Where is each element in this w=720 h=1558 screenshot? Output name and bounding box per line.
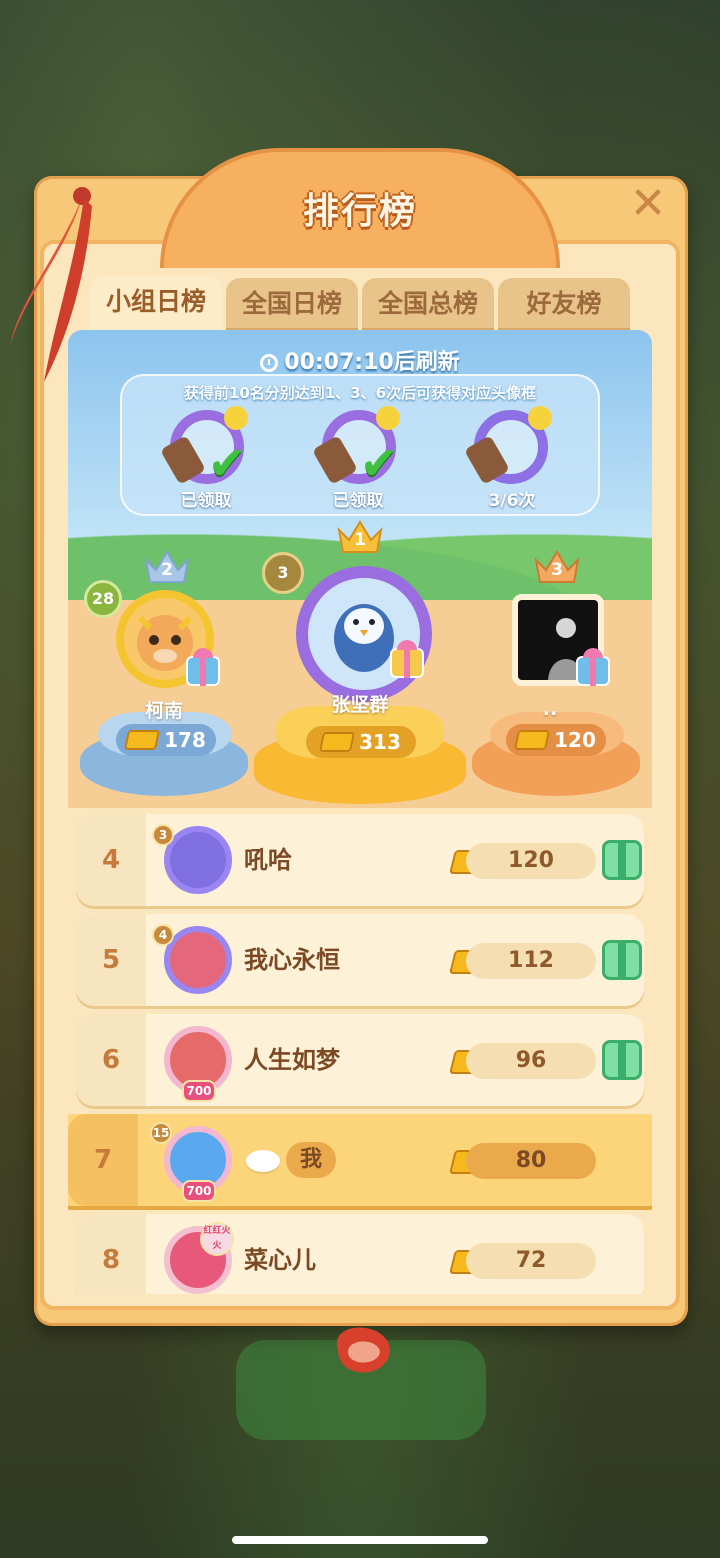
- reward-label-3: 3/6次: [488, 491, 536, 511]
- clock-icon: [260, 354, 279, 372]
- gift-icon[interactable]: [186, 648, 220, 686]
- timer-suffix: 后刷新: [393, 350, 460, 375]
- podium-2-score: 178: [116, 724, 216, 756]
- reward-label-2: 已领取: [332, 491, 384, 511]
- rank-number: 7: [68, 1114, 138, 1206]
- tab-friends[interactable]: 好友榜: [498, 278, 630, 330]
- rank-number: 5: [76, 914, 146, 1006]
- player-name: 我: [286, 1142, 336, 1178]
- avatar[interactable]: [164, 826, 232, 894]
- timer-countdown: 00:07:10: [284, 350, 394, 375]
- crown-1: 1: [337, 520, 383, 554]
- player-score: 112: [466, 943, 596, 979]
- frame-badge: 700: [182, 1180, 216, 1202]
- crown-3: 3: [534, 550, 580, 584]
- sun-icon: [528, 406, 552, 430]
- rank-number: 4: [76, 814, 146, 906]
- gift-icon[interactable]: [390, 640, 424, 678]
- gift-icon[interactable]: [602, 1040, 642, 1080]
- rank-number: 6: [76, 1014, 146, 1106]
- gold-icon: [123, 730, 161, 750]
- gold-icon: [318, 732, 356, 752]
- rank-list[interactable]: 4 3 吼哈 120 5 4 我心永恒 112 6 700 人生如梦 96 7 …: [68, 808, 652, 1294]
- frame-badge: 700: [182, 1080, 216, 1102]
- podium-1-score: 313: [306, 726, 416, 758]
- check-icon: ✔: [208, 436, 247, 490]
- list-item[interactable]: 6 700 人生如梦 96: [76, 1014, 644, 1106]
- gift-icon[interactable]: [602, 840, 642, 880]
- level-badge: 3: [152, 824, 174, 846]
- frame-badge: 红红火火: [200, 1222, 234, 1256]
- crown-2: 2: [144, 550, 190, 584]
- rank-1-number: 1: [354, 530, 366, 550]
- sun-icon: [224, 406, 248, 430]
- avatar[interactable]: [164, 926, 232, 994]
- check-icon: ✔: [360, 436, 399, 490]
- bunny-icon: [246, 1150, 280, 1172]
- level-badge: 15: [150, 1122, 172, 1144]
- player-score: 80: [466, 1143, 596, 1179]
- reward-note: 获得前10名分别达到1、3、6次后可获得对应头像框: [183, 384, 537, 402]
- list-item[interactable]: 5 4 我心永恒 112: [76, 914, 644, 1006]
- level-badge: 4: [152, 924, 174, 946]
- level-badge-2: 28: [84, 580, 122, 618]
- podium-2-score-value: 178: [164, 728, 206, 752]
- player-score: 72: [466, 1243, 596, 1279]
- player-score: 120: [466, 843, 596, 879]
- list-item-me[interactable]: 7 15 700 我 80: [68, 1114, 652, 1206]
- gold-icon: [513, 730, 551, 750]
- player-name: 吼哈: [244, 846, 292, 874]
- list-item[interactable]: 4 3 吼哈 120: [76, 814, 644, 906]
- list-item[interactable]: 8 红红火火 菜心儿 72: [76, 1214, 644, 1294]
- rank-number: 8: [76, 1214, 146, 1294]
- rank-3-number: 3: [551, 560, 563, 580]
- player-name: 菜心儿: [244, 1246, 316, 1274]
- rank-2-number: 2: [161, 560, 173, 580]
- podium-3-name: ..: [542, 698, 558, 720]
- tab-national-total[interactable]: 全国总榜: [362, 278, 494, 330]
- player-name: 我心永恒: [244, 946, 340, 974]
- podium-1-name: 张坚群: [331, 694, 389, 716]
- level-badge-1: 3: [262, 552, 304, 594]
- gift-icon[interactable]: [602, 940, 642, 980]
- player-name: 人生如梦: [244, 1046, 340, 1074]
- sun-icon: [376, 406, 400, 430]
- player-score: 96: [466, 1043, 596, 1079]
- home-indicator[interactable]: [232, 1536, 488, 1544]
- podium-1-score-value: 313: [359, 730, 401, 754]
- podium-3-score: 120: [506, 724, 606, 756]
- podium-2-name: 柯南: [144, 700, 183, 722]
- podium-3-score-value: 120: [554, 728, 596, 752]
- gift-icon[interactable]: [576, 648, 610, 686]
- reward-frame-3[interactable]: [464, 406, 552, 485]
- page-title: 排行榜: [302, 191, 417, 232]
- close-button[interactable]: ✕: [626, 182, 670, 228]
- ribbon-knot: [336, 1327, 390, 1373]
- avatar-1[interactable]: [296, 566, 432, 702]
- tab-national-daily[interactable]: 全国日榜: [226, 278, 358, 330]
- reward-label-1: 已领取: [180, 491, 232, 511]
- refresh-timer: 00:07:10后刷新: [0, 344, 720, 376]
- tab-group-daily[interactable]: 小组日榜: [90, 276, 222, 332]
